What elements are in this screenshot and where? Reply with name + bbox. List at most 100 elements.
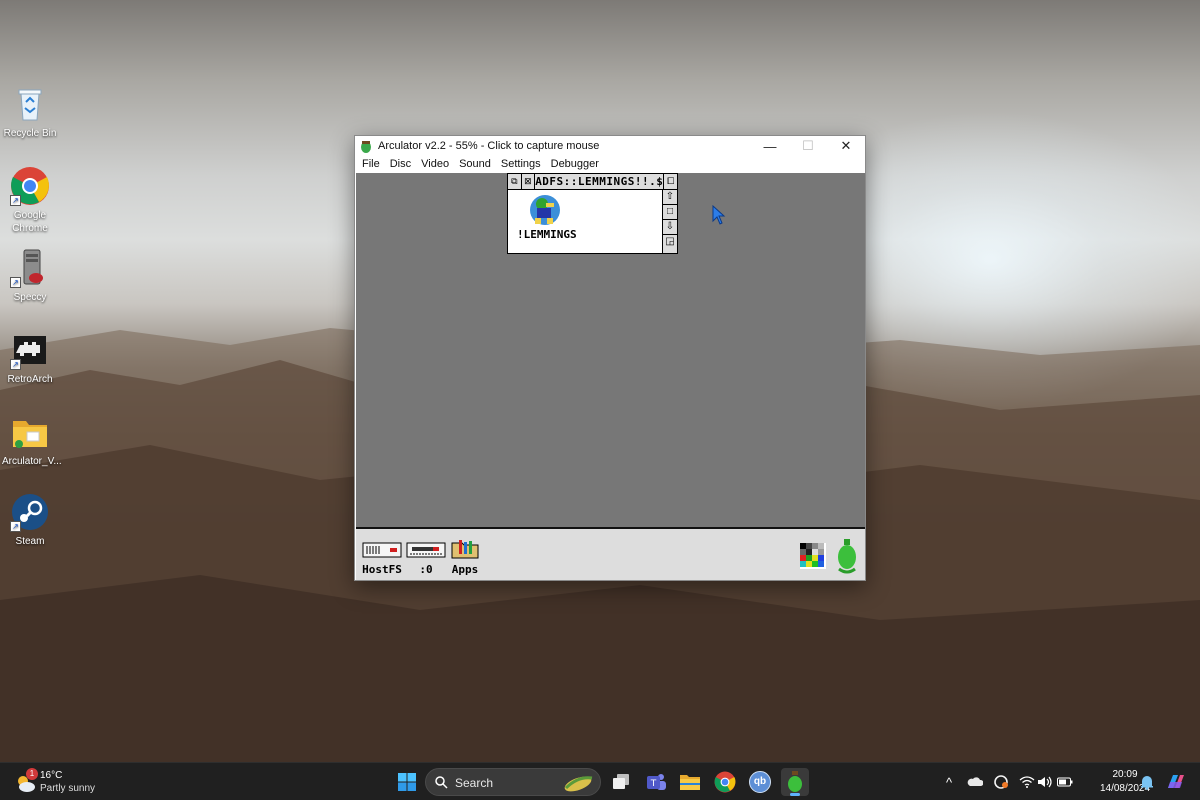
vertical-scrollbar[interactable]: ⇧ □ ⇩ ◲: [662, 190, 677, 253]
svg-text:T: T: [650, 779, 657, 789]
recycle-bin-icon: [10, 84, 50, 124]
close-icon[interactable]: ⊠: [521, 174, 536, 189]
menu-settings[interactable]: Settings: [496, 158, 546, 170]
teams-button[interactable]: T: [642, 768, 670, 796]
desktop-icon-label: Recycle Bin: [3, 128, 57, 139]
display-palette-icon[interactable]: [800, 543, 826, 569]
shortcut-arrow-icon: ↗: [10, 359, 21, 370]
update-tray[interactable]: [992, 763, 1010, 800]
back-icon[interactable]: ⧉: [508, 174, 522, 189]
desktop-icon-label: Arculator_V...: [2, 456, 62, 467]
speaker-icon: [1038, 776, 1052, 788]
chrome-taskbar-button[interactable]: [711, 768, 739, 796]
desktop-icon-speccy[interactable]: ↗ Speccy: [2, 248, 58, 304]
onedrive-tray[interactable]: [966, 763, 984, 800]
desktop-icon-retroarch[interactable]: ↗ RetroArch: [2, 330, 58, 386]
riscos-filer-window[interactable]: ⧉ ⊠ ADFS::LEMMINGS!!.$ ⧠ ⇧ □ ⇩ ◲ !LEMMIN…: [507, 173, 678, 254]
mouse-pointer-icon: [712, 205, 726, 225]
search-placeholder: Search: [455, 776, 494, 790]
window-titlebar[interactable]: Arculator v2.2 - 55% - Click to capture …: [355, 136, 865, 156]
weather-temp: 16°C: [40, 770, 63, 781]
active-indicator: [790, 793, 800, 796]
folder-icon: [10, 412, 50, 452]
speccy-icon: ↗: [10, 248, 50, 288]
lemmings-app-icon[interactable]: [525, 194, 565, 228]
maximize-button[interactable]: ☐: [789, 136, 827, 156]
desktop-icon-arculator-folder[interactable]: Arculator_V...: [2, 412, 62, 468]
taskbar: 1 16°C Partly sunny Search T qb ^ 20:09 …: [0, 762, 1200, 800]
teams-icon: T: [647, 774, 666, 790]
desktop-icon-recycle-bin[interactable]: Recycle Bin: [2, 84, 58, 140]
scroll-up-icon[interactable]: ⇧: [663, 190, 677, 205]
toggle-size-icon[interactable]: ⧠: [663, 174, 677, 189]
riscos-iconbar: HostFS :0 Apps: [356, 527, 865, 580]
weather-badge: 1: [26, 768, 38, 780]
menu-bar: File Disc Video Sound Settings Debugger: [355, 156, 865, 172]
bell-icon: [1141, 776, 1153, 790]
scroll-down-icon[interactable]: ⇩: [663, 220, 677, 235]
acorn-icon[interactable]: [836, 539, 858, 575]
wifi-tray[interactable]: [1018, 763, 1036, 800]
shortcut-arrow-icon: ↗: [10, 277, 21, 288]
start-button[interactable]: [393, 768, 421, 796]
apps-folder-icon: [451, 540, 479, 559]
weather-widget[interactable]: 1 16°C Partly sunny: [14, 768, 134, 796]
qbittorrent-icon: qb: [749, 771, 771, 793]
iconbar-hostfs[interactable]: HostFS: [362, 539, 402, 576]
onedrive-icon: [967, 777, 983, 786]
battery-icon: [1057, 777, 1073, 787]
emulated-screen[interactable]: ⧉ ⊠ ADFS::LEMMINGS!!.$ ⧠ ⇧ □ ⇩ ◲ !LEMMIN…: [356, 173, 865, 527]
desktop-icon-chrome[interactable]: ↗ Google Chrome: [2, 166, 58, 235]
file-explorer-button[interactable]: [676, 768, 704, 796]
menu-video[interactable]: Video: [416, 158, 454, 170]
search-highlight-icon: [564, 776, 593, 792]
task-view-button[interactable]: [607, 768, 635, 796]
qbittorrent-button[interactable]: qb: [746, 768, 774, 796]
weather-condition: Partly sunny: [40, 783, 96, 794]
menu-debugger[interactable]: Debugger: [546, 158, 604, 170]
hostfs-drive-icon: [362, 542, 402, 558]
arculator-app-icon: [361, 141, 371, 153]
arculator-taskbar-button[interactable]: [781, 768, 809, 796]
resize-icon[interactable]: ◲: [663, 235, 677, 250]
update-icon: [994, 775, 1008, 789]
chrome-icon: ↗: [10, 166, 50, 206]
scroll-thumb[interactable]: □: [663, 205, 677, 220]
lemmings-app-label: !LEMMINGS: [517, 228, 577, 241]
menu-file[interactable]: File: [357, 158, 385, 170]
arculator-window[interactable]: Arculator v2.2 - 55% - Click to capture …: [354, 135, 866, 581]
shortcut-arrow-icon: ↗: [10, 195, 21, 206]
wifi-icon: [1019, 776, 1035, 788]
close-button[interactable]: ✕: [827, 136, 865, 156]
minimize-button[interactable]: —: [751, 136, 789, 156]
windows-start-icon: [398, 773, 416, 791]
search-icon: [435, 776, 448, 789]
arculator-icon: [788, 771, 802, 792]
copilot-icon: [1168, 775, 1184, 788]
chrome-icon: [714, 771, 736, 793]
menu-sound[interactable]: Sound: [454, 158, 496, 170]
iconbar-floppy-drive[interactable]: :0: [406, 539, 446, 576]
desktop-icon-label: RetroArch: [7, 374, 53, 385]
file-explorer-icon: [680, 775, 700, 790]
iconbar-apps[interactable]: Apps: [451, 539, 479, 576]
task-view-icon: [613, 774, 629, 789]
shortcut-arrow-icon: ↗: [10, 521, 21, 532]
desktop-icon-label: Speccy: [13, 292, 47, 303]
filer-title: ADFS::LEMMINGS!!.$: [535, 175, 664, 188]
desktop-icon-label: Steam: [15, 536, 45, 547]
notifications-button[interactable]: [1138, 763, 1156, 800]
menu-disc[interactable]: Disc: [385, 158, 416, 170]
search-box[interactable]: Search: [425, 768, 601, 796]
battery-tray[interactable]: [1056, 763, 1074, 800]
show-hidden-icons-button[interactable]: ^: [940, 763, 958, 800]
desktop-icon-label: Google Chrome: [12, 210, 48, 234]
window-title: Arculator v2.2 - 55% - Click to capture …: [378, 140, 600, 152]
desktop-icon-steam[interactable]: ↗ Steam: [2, 492, 58, 548]
retroarch-icon: ↗: [10, 330, 50, 370]
volume-tray[interactable]: [1036, 763, 1054, 800]
filer-titlebar[interactable]: ⧉ ⊠ ADFS::LEMMINGS!!.$ ⧠: [508, 174, 677, 190]
floppy-drive-icon: [406, 542, 446, 558]
copilot-button[interactable]: [1162, 763, 1190, 800]
steam-icon: ↗: [10, 492, 50, 532]
